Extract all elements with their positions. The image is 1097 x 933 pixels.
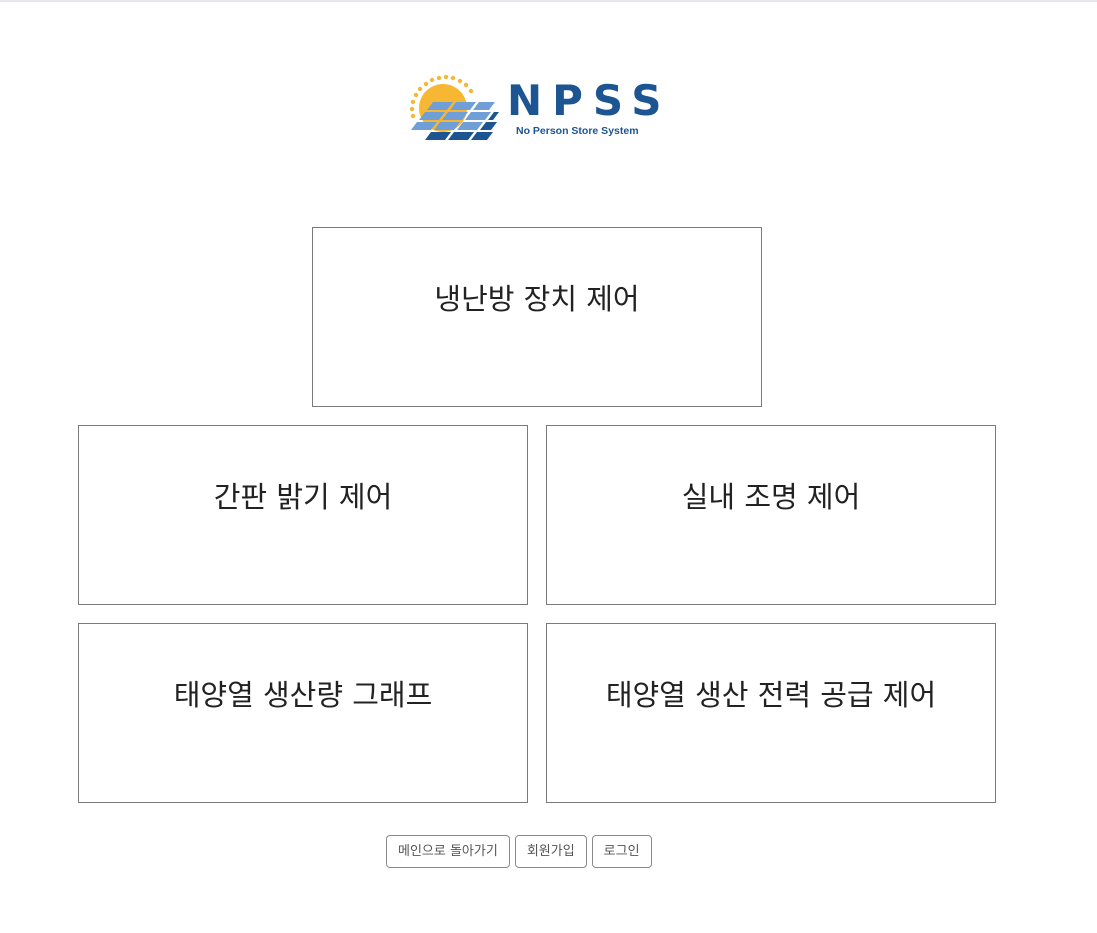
logo-title: NPSS	[507, 76, 672, 125]
back-to-main-button[interactable]: 메인으로 돌아가기	[386, 835, 510, 868]
login-button[interactable]: 로그인	[591, 835, 652, 868]
solar-production-graph-tile[interactable]: 태양열 생산량 그래프	[78, 623, 528, 803]
sun-solar-panel-icon	[409, 74, 499, 140]
solar-power-supply-tile[interactable]: 태양열 생산 전력 공급 제어	[546, 623, 996, 803]
signup-button[interactable]: 회원가입	[514, 835, 587, 868]
indoor-lighting-label: 실내 조명 제어	[681, 480, 861, 514]
hvac-control-tile[interactable]: 냉난방 장치 제어	[312, 227, 762, 407]
indoor-lighting-tile[interactable]: 실내 조명 제어	[546, 425, 996, 605]
npss-logo: NPSS No Person Store System	[407, 72, 662, 148]
hvac-control-label: 냉난방 장치 제어	[434, 282, 640, 316]
sign-brightness-tile[interactable]: 간판 밝기 제어	[78, 425, 528, 605]
solar-production-graph-label: 태양열 생산량 그래프	[173, 678, 433, 712]
footer-button-row: 메인으로 돌아가기 회원가입 로그인	[386, 835, 652, 868]
sign-brightness-label: 간판 밝기 제어	[213, 480, 393, 514]
logo-subtitle: No Person Store System	[516, 125, 639, 137]
solar-power-supply-label: 태양열 생산 전력 공급 제어	[605, 678, 937, 712]
top-divider	[0, 0, 1097, 2]
